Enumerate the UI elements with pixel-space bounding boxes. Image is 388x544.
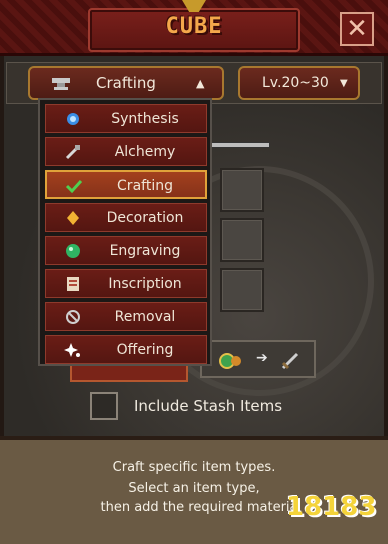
menu-item-alchemy[interactable]: Alchemy — [45, 137, 207, 166]
watermark-logo: 18183 — [286, 492, 377, 522]
synthesis-icon — [64, 110, 82, 128]
sword-icon — [280, 351, 300, 375]
chevron-up-icon: ▲ — [196, 77, 205, 90]
category-dropdown-label: Crafting — [96, 74, 156, 92]
craft-button[interactable] — [70, 364, 188, 382]
help-text-line: Craft specific item types. — [112, 460, 276, 475]
level-dropdown[interactable]: Lv.20~30 ▼ — [238, 66, 360, 100]
chevron-down-icon: ▼ — [340, 78, 348, 89]
menu-item-crafting[interactable]: Crafting — [45, 170, 207, 199]
close-icon: ✕ — [346, 14, 368, 44]
sword-item-icon — [206, 142, 270, 148]
removal-icon — [64, 308, 82, 326]
material-slot[interactable] — [220, 268, 264, 312]
menu-item-decoration[interactable]: Decoration — [45, 203, 207, 232]
menu-item-removal[interactable]: Removal — [45, 302, 207, 331]
menu-item-synthesis[interactable]: Synthesis — [45, 104, 207, 133]
recipe-preview: ➔ — [200, 340, 316, 378]
include-stash-checkbox[interactable] — [90, 392, 118, 420]
anvil-icon — [50, 75, 72, 97]
menu-item-offering[interactable]: Offering — [45, 335, 207, 364]
category-dropdown[interactable]: Crafting ▲ — [28, 66, 224, 100]
menu-item-inscription[interactable]: Inscription — [45, 269, 207, 298]
close-button[interactable]: ✕ — [340, 12, 374, 46]
engraving-icon — [64, 242, 82, 260]
check-icon — [65, 177, 83, 195]
category-menu: Synthesis Alchemy Crafting Decoration En… — [38, 98, 212, 366]
material-slot[interactable] — [220, 168, 264, 212]
offering-icon — [64, 341, 82, 359]
page-title: CUBE — [165, 14, 223, 39]
level-dropdown-label: Lv.20~30 — [262, 75, 329, 91]
material-slot[interactable] — [220, 218, 264, 262]
menu-item-engraving[interactable]: Engraving — [45, 236, 207, 265]
include-stash-label: Include Stash Items — [134, 397, 283, 415]
material-orb-icon — [218, 351, 244, 375]
decoration-icon — [64, 209, 82, 227]
inscription-icon — [64, 275, 82, 293]
arrow-right-icon: ➔ — [256, 350, 268, 366]
alchemy-icon — [64, 143, 82, 161]
